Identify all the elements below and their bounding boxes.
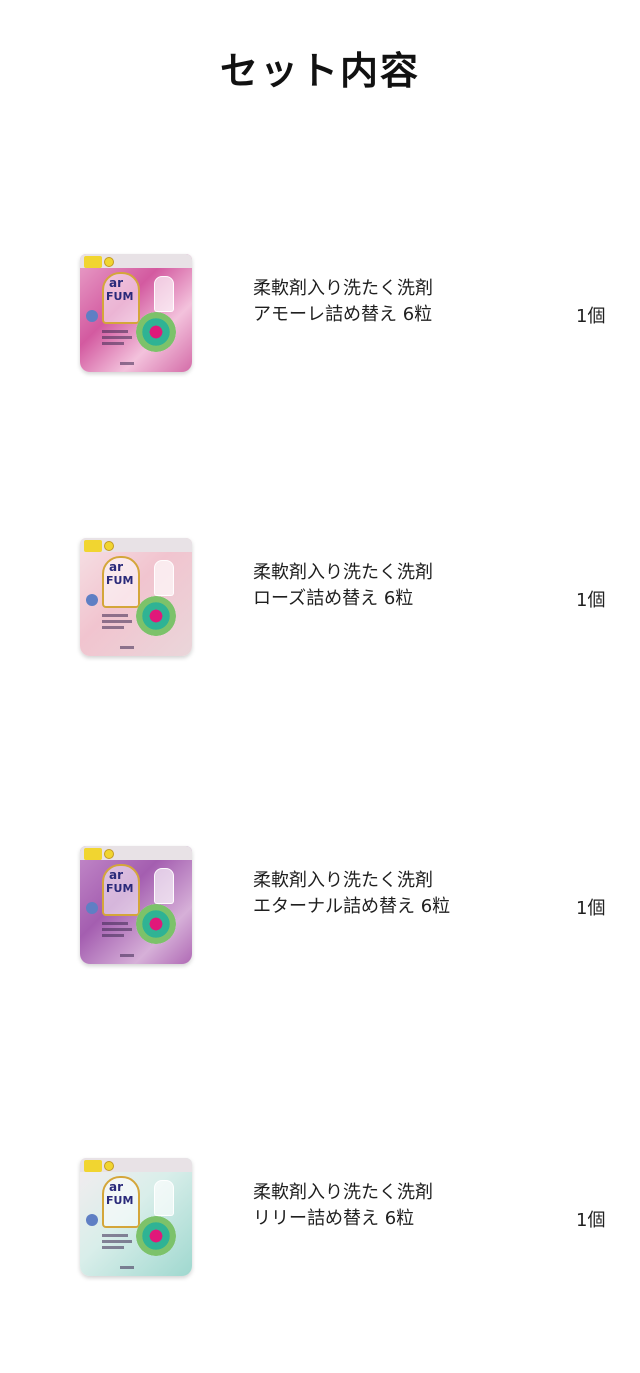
set-item-rose: ar FUM 柔軟剤入り洗たく洗剤 ローズ詰め替え 6粒 1個 [0,532,640,662]
set-item-lily: ar FUM 柔軟剤入り洗たく洗剤 リリー詰め替え 6粒 1個 [0,1152,640,1282]
product-name: 柔軟剤入り洗たく洗剤 ローズ詰め替え 6粒 [253,560,553,612]
product-name-line1: 柔軟剤入り洗たく洗剤 [253,562,433,583]
product-image-rose: ar FUM [80,538,192,656]
product-name: 柔軟剤入り洗たく洗剤 エターナル詰め替え 6粒 [253,868,553,920]
product-image-amore: ar FUM [80,254,192,372]
product-name: 柔軟剤入り洗たく洗剤 アモーレ詰め替え 6粒 [253,276,553,328]
product-quantity: 1個 [576,898,606,919]
product-name-line2: ローズ詰め替え 6粒 [253,588,414,609]
product-quantity: 1個 [576,306,606,327]
product-name-line2: アモーレ詰め替え 6粒 [253,304,433,325]
product-name-line1: 柔軟剤入り洗たく洗剤 [253,870,433,891]
product-name-line1: 柔軟剤入り洗たく洗剤 [253,278,433,299]
set-item-eternal: ar FUM 柔軟剤入り洗たく洗剤 エターナル詰め替え 6粒 1個 [0,840,640,970]
product-quantity: 1個 [576,1210,606,1231]
page-title: セット内容 [219,49,420,93]
product-quantity: 1個 [576,590,606,611]
product-image-eternal: ar FUM [80,846,192,964]
product-name-line2: リリー詰め替え 6粒 [253,1208,415,1229]
set-item-amore: ar FUM 柔軟剤入り洗たく洗剤 アモーレ詰め替え 6粒 1個 [0,248,640,378]
product-image-lily: ar FUM [80,1158,192,1276]
product-name: 柔軟剤入り洗たく洗剤 リリー詰め替え 6粒 [253,1180,553,1232]
product-name-line1: 柔軟剤入り洗たく洗剤 [253,1182,433,1203]
product-name-line2: エターナル詰め替え 6粒 [253,896,451,917]
